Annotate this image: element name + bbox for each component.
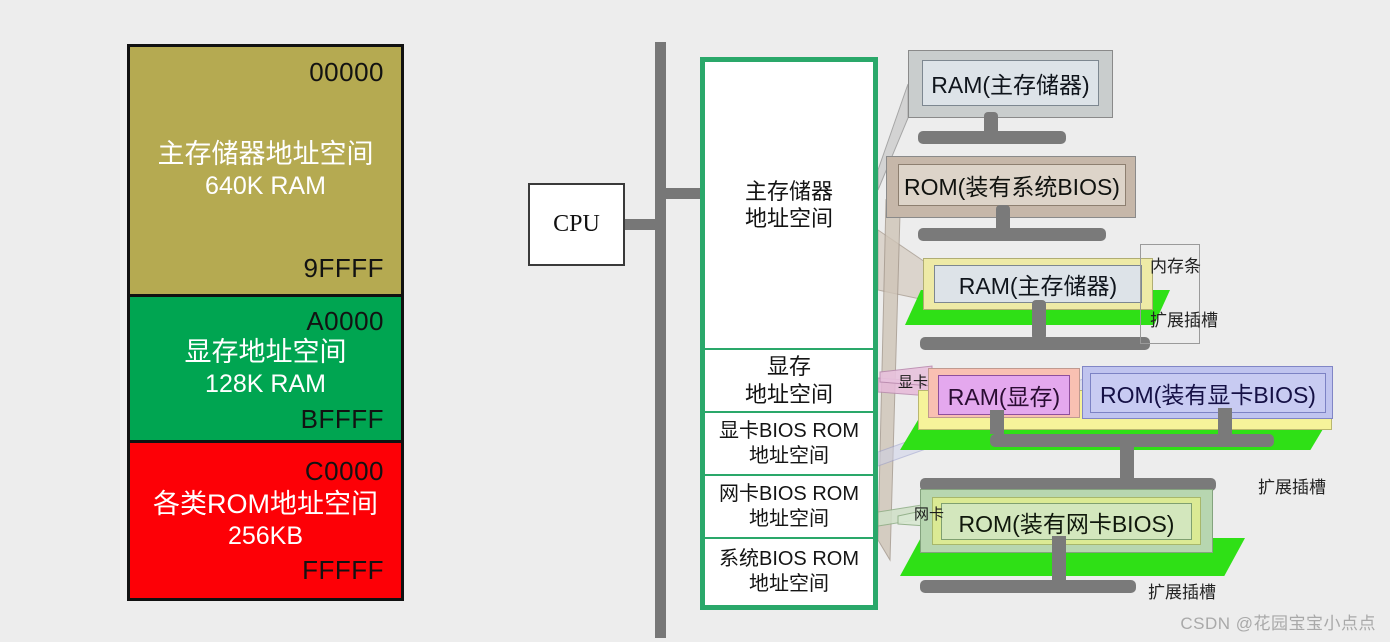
memory-block-title: 显存地址空间 <box>184 337 347 368</box>
watermark: CSDN @花园宝宝小点点 <box>1180 614 1376 633</box>
address-label-9FFFF: 9FFFF <box>303 253 384 283</box>
address-space-row-line2: 地址空间 <box>749 507 829 530</box>
address-space-row-system-bios-rom: 系统BIOS ROM 地址空间 <box>705 537 873 605</box>
memory-block-subtitle: 256KB <box>227 522 304 551</box>
annotation-expansion-slot-2: 扩展插槽 <box>1258 478 1326 497</box>
slot-stem-memory-module <box>1032 300 1046 340</box>
slot-stem-network-card <box>1052 536 1066 584</box>
address-label-FFFFF: FFFFF <box>302 555 384 585</box>
rom-gpu-bios-chip: ROM(装有显卡BIOS) <box>1090 373 1326 413</box>
expansion-slot-bar-ram-main <box>918 131 1066 144</box>
memory-module-chip: RAM(主存储器) <box>934 265 1142 303</box>
memory-block-subtitle: 640K RAM <box>205 172 326 201</box>
callout-network-card: 网卡 <box>914 506 945 523</box>
system-bus-vertical <box>655 42 666 638</box>
slot-stem-gpu-vram <box>990 410 1004 434</box>
diagram-canvas: 主存储器地址空间 640K RAM 显存地址空间 128K RAM 各类ROM地… <box>0 0 1390 642</box>
address-space-row-line1: 显存 <box>766 354 811 380</box>
annotation-memory-module: 内存条 <box>1150 257 1201 276</box>
address-space-row-line1: 显卡BIOS ROM <box>718 419 859 442</box>
rom-system-bios-chip: ROM(装有系统BIOS) <box>898 164 1126 206</box>
address-space-row-line1: 网卡BIOS ROM <box>718 482 859 505</box>
memory-block-title: 主存储器地址空间 <box>157 139 374 170</box>
address-space-row-nic-bios-rom: 网卡BIOS ROM 地址空间 <box>705 474 873 537</box>
slot-stem-gpu-rom <box>1218 408 1232 434</box>
expansion-slot-bar-memory-module <box>920 337 1150 350</box>
cpu-box: CPU <box>528 183 625 266</box>
memory-block-subtitle: 128K RAM <box>205 370 326 399</box>
address-label-BFFFF: BFFFF <box>300 404 384 434</box>
address-space-row-line1: 系统BIOS ROM <box>718 548 859 571</box>
address-space-row-line2: 地址空间 <box>749 573 829 595</box>
address-space-row-line2: 地址空间 <box>744 206 833 231</box>
address-space-row-main-memory: 主存储器 地址空间 <box>705 62 873 348</box>
annotation-expansion-slot-1: 扩展插槽 <box>1150 311 1218 330</box>
annotation-expansion-slot-3: 扩展插槽 <box>1148 583 1216 602</box>
callout-graphics-card: 显卡 <box>898 374 929 391</box>
cpu-bus-connector <box>624 219 662 230</box>
address-space-row-line2: 地址空间 <box>744 381 833 407</box>
memory-block-title: 各类ROM地址空间 <box>153 489 378 520</box>
address-space-row-gpu-bios-rom: 显卡BIOS ROM 地址空间 <box>705 411 873 474</box>
address-space-row-line2: 地址空间 <box>749 444 829 467</box>
ram-main-memory-chip: RAM(主存储器) <box>922 60 1099 106</box>
address-label-00000: 00000 <box>309 57 384 87</box>
rom-nic-bios-chip: ROM(装有网卡BIOS) <box>941 503 1192 540</box>
address-label-A0000: A0000 <box>306 306 384 336</box>
expansion-slot-bar-network-card <box>920 580 1136 593</box>
ram-video-memory-chip: RAM(显存) <box>938 375 1070 415</box>
address-label-C0000: C0000 <box>304 456 384 486</box>
address-space-row-video-memory: 显存 地址空间 <box>705 348 873 411</box>
address-space-column: 主存储器 地址空间 显存 地址空间 显卡BIOS ROM 地址空间 网卡BIOS… <box>700 57 878 610</box>
address-space-row-line1: 主存储器 <box>744 178 833 204</box>
expansion-slot-bar-rom-system <box>918 228 1106 241</box>
